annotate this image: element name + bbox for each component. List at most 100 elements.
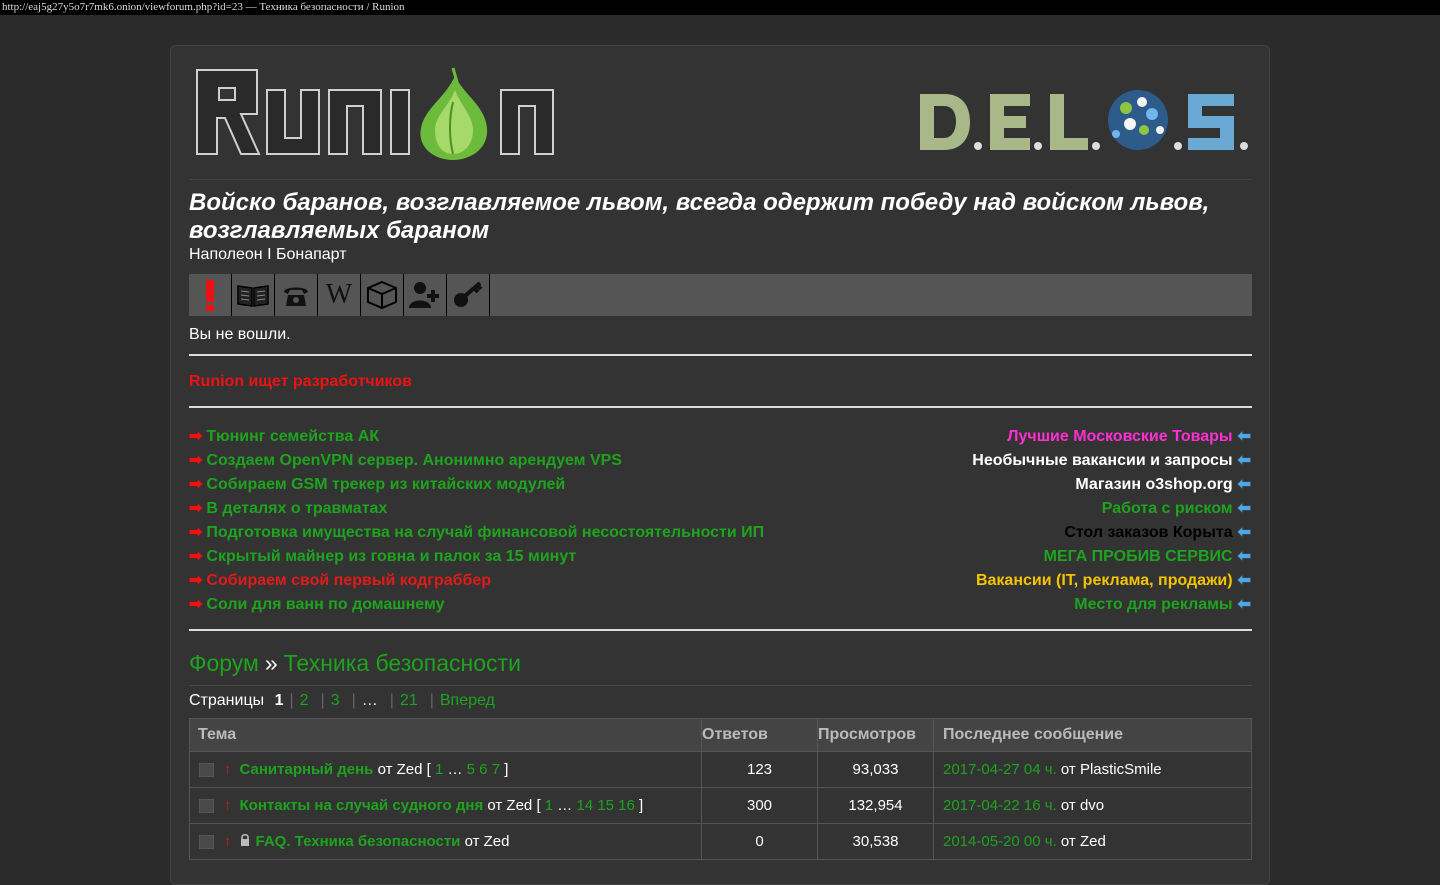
breadcrumb-separator: » [264, 650, 278, 676]
topic-cell: ↑ Санитарный день от Zed [ 1 … 5 6 7 ] [189, 751, 702, 788]
featured-link-left[interactable]: ➡ Подготовка имущества на случай финансов… [189, 521, 764, 545]
book-icon[interactable] [232, 274, 275, 316]
runion-logo[interactable] [195, 66, 555, 167]
right-arrow-icon: ➡ [189, 428, 203, 445]
right-arrow-icon: ➡ [189, 476, 203, 493]
wikipedia-glyph: W [325, 279, 353, 310]
featured-link-label: Магазин o3shop.org [1075, 476, 1233, 493]
left-arrow-icon: ⬅ [1237, 524, 1251, 541]
phone-icon[interactable] [275, 274, 318, 316]
left-arrow-icon: ⬅ [1237, 476, 1251, 493]
featured-link-label: Лучшие Московские Товары [1007, 428, 1233, 445]
featured-link-label: Собираем GSM трекер из китайских модулей [206, 476, 566, 493]
col-topic: Тема [189, 718, 702, 752]
last-post-author: от PlasticSmile [1056, 761, 1162, 778]
breadcrumb: Форум» Техника безопасности [189, 650, 521, 677]
site-header [189, 56, 1252, 180]
featured-link-label: Вакансии (IT, реклама, продажи) [975, 572, 1233, 589]
right-arrow-icon: ➡ [189, 548, 203, 565]
last-post-cell: 2017-04-22 16 ч. от dvo [933, 787, 1252, 824]
read-status-icon [199, 763, 214, 778]
topic-pages-close: ] [634, 797, 644, 814]
delos-logo[interactable] [916, 90, 1250, 161]
table-row: ↑ Контакты на случай судного дня от Zed [… [189, 787, 1252, 824]
featured-link-left[interactable]: ➡ Тюнинг семейства АК [189, 425, 764, 449]
topics-table: Тема Ответов Просмотров Последнее сообще… [189, 718, 1252, 860]
icon-toolbar: W [189, 274, 1252, 316]
featured-link-right[interactable]: Стол заказов Корыта ⬅ [972, 521, 1251, 545]
package-icon[interactable] [361, 274, 404, 316]
left-arrow-icon: ⬅ [1237, 428, 1251, 445]
topic-link[interactable]: Санитарный день [240, 761, 374, 778]
topic-author: от Zed [483, 797, 537, 814]
wikipedia-icon[interactable]: W [318, 274, 361, 316]
featured-link-right[interactable]: Вакансии (IT, реклама, продажи) ⬅ [972, 569, 1251, 593]
featured-link-label: Место для рекламы [1074, 596, 1233, 613]
topic-page-links[interactable]: 5 6 7 [467, 761, 500, 778]
featured-link-left[interactable]: ➡ Собираем GSM трекер из китайских модуле… [189, 473, 764, 497]
last-post-link[interactable]: 2014-05-20 00 ч. [943, 833, 1057, 850]
featured-link-label: Скрытый майнер из говна и палок за 15 ми… [206, 548, 577, 565]
featured-link-left[interactable]: ➡ В деталях о травматах [189, 497, 764, 521]
views-count: 93,033 [817, 751, 934, 788]
featured-link-label: МЕГА ПРОБИВ СЕРВИС [1043, 548, 1233, 565]
featured-link-label: Работа с риском [1101, 500, 1233, 517]
topic-page-links[interactable]: 14 15 16 [576, 797, 634, 814]
topic-pages-open: [ [536, 797, 545, 814]
read-status-icon [199, 834, 214, 849]
topic-link[interactable]: FAQ. Техника безопасности [256, 833, 461, 850]
breadcrumb-root[interactable]: Форум [189, 650, 259, 676]
right-arrow-icon: ➡ [189, 596, 203, 613]
featured-link-right[interactable]: МЕГА ПРОБИВ СЕРВИС ⬅ [972, 545, 1251, 569]
pager-label: Страницы [189, 692, 265, 709]
breadcrumb-current[interactable]: Техника безопасности [284, 650, 521, 676]
replies-count: 0 [701, 823, 818, 860]
pagination: Страницы 1 | 2 | 3 |… | 21 | Вперед [189, 692, 495, 709]
last-post-author: от dvo [1056, 797, 1105, 814]
key-icon[interactable] [447, 274, 490, 316]
topic-cell: ↑ Контакты на случай судного дня от Zed [… [189, 787, 702, 824]
topic-author: от Zed [373, 761, 427, 778]
featured-link-right[interactable]: Место для рекламы ⬅ [972, 593, 1251, 617]
topic-page-first[interactable]: 1 [545, 797, 553, 814]
featured-link-label: Собираем свой первый кодграббер [206, 572, 492, 589]
pager-page-last[interactable]: 21 [400, 692, 418, 709]
featured-link-right[interactable]: Лучшие Московские Товары ⬅ [972, 425, 1251, 449]
announce-link[interactable]: Runion ищет разработчиков [189, 373, 412, 391]
featured-link-right[interactable]: Необычные вакансии и запросы ⬅ [972, 449, 1251, 473]
pager-page-3[interactable]: 3 [331, 692, 340, 709]
topic-pages-dots: … [443, 761, 467, 778]
featured-link-label: Тюнинг семейства АК [206, 428, 380, 445]
featured-links-right: Лучшие Московские Товары ⬅ Необычные вакан… [972, 425, 1251, 617]
col-replies: Ответов [701, 718, 818, 752]
pager-page-2[interactable]: 2 [300, 692, 309, 709]
views-count: 30,538 [817, 823, 934, 860]
left-arrow-icon: ⬅ [1237, 596, 1251, 613]
featured-link-label: Стол заказов Корыта [1064, 524, 1233, 541]
featured-link-left[interactable]: ➡ Соли для ванн по домашнему [189, 593, 764, 617]
add-user-icon[interactable] [404, 274, 447, 316]
topic-link[interactable]: Контакты на случай судного дня [240, 797, 484, 814]
left-arrow-icon: ⬅ [1237, 572, 1251, 589]
left-arrow-icon: ⬅ [1237, 548, 1251, 565]
window-title: http://eaj5g27y5o7r7mk6.onion/viewforum.… [0, 0, 1440, 15]
featured-link-left[interactable]: ➡ Собираем свой первый кодграббер [189, 569, 764, 593]
featured-links-left: ➡ Тюнинг семейства АК ➡ Создаем OpenVPN сер… [189, 425, 764, 617]
pager-ellipsis: … [361, 692, 378, 709]
alert-icon[interactable] [189, 274, 232, 316]
login-status: Вы не вошли. [189, 326, 291, 343]
replies-count: 300 [701, 787, 818, 824]
featured-link-left[interactable]: ➡ Создаем OpenVPN сервер. Анонимно аренду… [189, 449, 764, 473]
featured-link-label: Создаем OpenVPN сервер. Анонимно арендуе… [206, 452, 622, 469]
pager-next[interactable]: Вперед [440, 692, 495, 709]
topic-cell: ↑ FAQ. Техника безопасности от Zed [189, 823, 702, 860]
last-post-cell: 2014-05-20 00 ч. от Zed [933, 823, 1252, 860]
read-status-icon [199, 799, 214, 814]
featured-link-label: Соли для ванн по домашнему [206, 596, 445, 613]
last-post-link[interactable]: 2017-04-22 16 ч. [943, 797, 1057, 814]
last-post-link[interactable]: 2017-04-27 04 ч. [943, 761, 1057, 778]
featured-link-right[interactable]: Работа с риском ⬅ [972, 497, 1251, 521]
replies-count: 123 [701, 751, 818, 788]
featured-link-left[interactable]: ➡ Скрытый майнер из говна и палок за 15 м… [189, 545, 764, 569]
featured-link-right[interactable]: Магазин o3shop.org ⬅ [972, 473, 1251, 497]
